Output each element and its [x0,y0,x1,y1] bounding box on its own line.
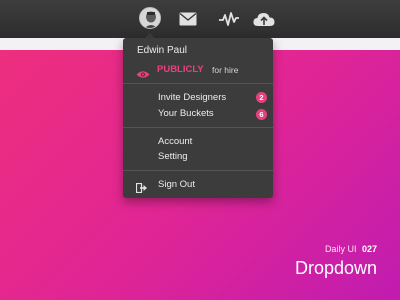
menu-item-label: Sign Out [158,179,195,190]
cloud-upload-icon[interactable] [253,8,275,30]
visibility-toggle[interactable]: PUBLICLY for hire [123,62,273,78]
menu-item-label: Setting [158,151,188,162]
menu-item-label: Account [158,136,193,147]
count-badge: 2 [256,92,267,103]
menu-divider [123,127,273,128]
menu-item-label: Invite Designers [158,92,227,103]
menu-item-invite-designers[interactable]: Invite Designers 2 [123,90,273,104]
user-avatar[interactable] [139,7,161,29]
dropdown-menu: Edwin Paul PUBLICLY for hire Invite Desi… [123,38,273,198]
menu-item-sign-out[interactable]: Sign Out [123,178,273,194]
menu-item-account[interactable]: Account [123,135,273,149]
user-name: Edwin Paul [137,45,188,56]
visibility-suffix: for hire [212,65,239,75]
caption-prefix: Daily UI [324,244,357,254]
eye-icon [136,66,150,84]
caption-subtitle: Daily UI 027 [325,244,377,254]
sign-out-icon [135,180,148,198]
top-navigation-bar [0,0,400,38]
count-badge: 6 [256,109,267,120]
menu-item-label: Your Buckets [158,108,214,119]
caption-title: Dropdown [294,258,377,278]
visibility-status: PUBLICLY [157,64,204,75]
caption-number: 027 [361,244,377,254]
menu-divider [123,83,273,84]
menu-item-your-buckets[interactable]: Your Buckets 6 [123,107,273,121]
menu-item-setting[interactable]: Setting [123,150,273,164]
activity-icon[interactable] [218,8,240,30]
menu-divider [123,170,273,171]
mail-icon[interactable] [177,8,199,30]
